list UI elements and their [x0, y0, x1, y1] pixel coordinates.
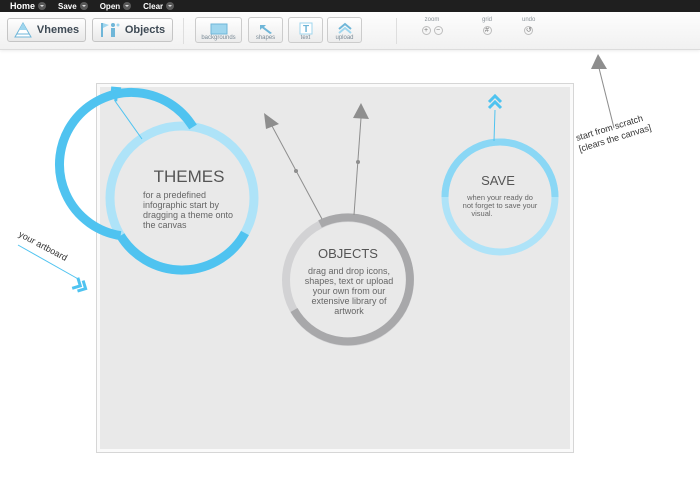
save-title: SAVE: [481, 173, 515, 188]
objects-desc-line: your own from our: [313, 286, 386, 296]
themes-desc-line: the canvas: [143, 220, 187, 230]
objects-desc-line: shapes, text or upload: [305, 276, 394, 286]
themes-desc-line: infographic start by: [143, 200, 220, 210]
chevron-up-icon: [487, 93, 503, 110]
artboard-overlay: THEMES for a predefined infographic star…: [17, 54, 652, 346]
objects-desc-line: artwork: [334, 306, 364, 316]
save-desc-line: visual.: [471, 209, 492, 218]
chevron-right-icon: [71, 277, 88, 293]
objects-desc-line: extensive library of: [311, 296, 387, 306]
themes-desc-line: for a predefined: [143, 190, 206, 200]
artboard-annotation: your artboard: [17, 229, 69, 263]
arrow-head-icon: [264, 113, 279, 129]
objects-title: OBJECTS: [318, 246, 378, 261]
arrow-head-icon: [591, 54, 607, 69]
themes-title: THEMES: [154, 167, 225, 186]
arrow-head-icon: [353, 103, 369, 119]
objects-desc-line: drag and drop icons,: [308, 266, 390, 276]
themes-desc-line: dragging a theme onto: [143, 210, 233, 220]
